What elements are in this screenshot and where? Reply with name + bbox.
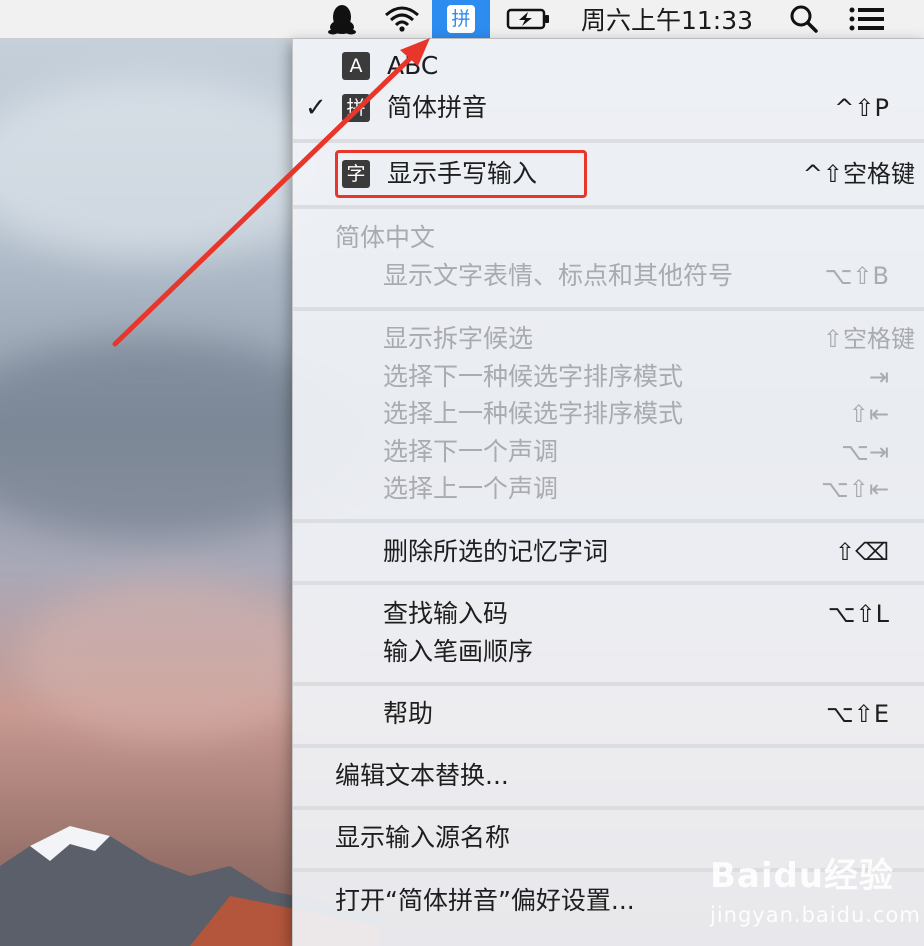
menu-item-shortcut: ⇥ bbox=[868, 363, 889, 391]
menu-item-help[interactable]: 帮助 ⌥⇧E bbox=[293, 695, 924, 733]
baidu-watermark: Baidu经验 jingyan.baidu.com bbox=[710, 848, 921, 927]
menu-item-label: 显示输入源名称 bbox=[335, 823, 511, 852]
watermark-logo-text: Baidu经验 bbox=[710, 856, 895, 896]
menu-item-shortcut: ⌥⇧E bbox=[826, 700, 889, 728]
menu-separator bbox=[293, 519, 924, 523]
menu-item-label: 打开“简体拼音”偏好设置... bbox=[335, 886, 635, 915]
menu-item-pinyin-shortcut: ^⇧P bbox=[834, 94, 889, 122]
battery-charging-icon[interactable] bbox=[504, 0, 554, 38]
menu-item-label: 帮助 bbox=[383, 699, 434, 728]
menu-item-label: 选择上一个声调 bbox=[383, 474, 559, 503]
menu-item-label: 删除所选的记忆字词 bbox=[383, 537, 609, 566]
menu-separator bbox=[293, 139, 924, 143]
menu-item-label: 选择上一种候选字排序模式 bbox=[383, 399, 684, 428]
menu-item-abc[interactable]: A ABC bbox=[293, 47, 924, 85]
menu-item-emoji-label: 显示文字表情、标点和其他符号 bbox=[383, 261, 734, 290]
menu-item-label: 输入笔画顺序 bbox=[383, 637, 534, 666]
menu-item-pinyin[interactable]: ✓ 拼 简体拼音 ^⇧P bbox=[293, 89, 924, 127]
menu-separator bbox=[293, 205, 924, 209]
menubar-clock[interactable]: 周六上午11:33 bbox=[570, 0, 764, 38]
search-icon[interactable] bbox=[784, 0, 824, 38]
menu-item-label: 编辑文本替换... bbox=[335, 761, 509, 790]
pinyin-glyph: 拼 bbox=[447, 5, 475, 33]
menu-item-emoji-shortcut: ⌥⇧B bbox=[824, 262, 889, 290]
menu-item-shortcut: ⌥⇧⇤ bbox=[821, 475, 889, 503]
qq-penguin-icon[interactable] bbox=[322, 0, 362, 38]
watermark-url: jingyan.baidu.com bbox=[710, 903, 921, 927]
menu-separator bbox=[293, 682, 924, 686]
menu-item-stroke-order[interactable]: 输入笔画顺序 bbox=[293, 633, 924, 671]
menu-item-shortcut: ⇧⇤ bbox=[848, 400, 889, 428]
menu-separator bbox=[293, 307, 924, 311]
highlight-annotation-box bbox=[335, 150, 587, 198]
menu-separator bbox=[293, 806, 924, 810]
menu-item-pinyin-label: 简体拼音 bbox=[387, 93, 488, 122]
menu-item-shortcut: ⇧空格键 bbox=[822, 325, 915, 353]
menu-item-label: 选择下一个声调 bbox=[383, 437, 559, 466]
section-header: 简体中文 bbox=[335, 223, 436, 252]
menu-separator bbox=[293, 581, 924, 585]
menu-item-next-sort-mode: 选择下一种候选字排序模式 ⇥ bbox=[293, 358, 924, 396]
menu-item-shortcut: ⇧⌫ bbox=[834, 538, 889, 566]
notification-list-icon[interactable] bbox=[844, 0, 890, 38]
menu-item-lookup-code[interactable]: 查找输入码 ⌥⇧L bbox=[293, 595, 924, 633]
menu-item-edit-text-replacement[interactable]: 编辑文本替换... bbox=[293, 757, 924, 795]
checkmark-icon: ✓ bbox=[305, 93, 327, 123]
menu-item-emoji-symbols: 显示文字表情、标点和其他符号 ⌥⇧B bbox=[293, 257, 924, 295]
menu-item-delete-memory[interactable]: 删除所选的记忆字词 ⇧⌫ bbox=[293, 533, 924, 571]
menu-separator bbox=[293, 744, 924, 748]
menu-item-label: 查找输入码 bbox=[383, 599, 509, 628]
menu-item-label: 选择下一种候选字排序模式 bbox=[383, 362, 684, 391]
wifi-icon[interactable] bbox=[380, 0, 424, 38]
menu-item-shortcut: ⌥⇧L bbox=[827, 600, 889, 628]
abc-badge-icon: A bbox=[342, 52, 370, 80]
menu-item-prev-tone: 选择上一个声调 ⌥⇧⇤ bbox=[293, 470, 924, 508]
menu-item-shortcut: ⌥⇥ bbox=[841, 438, 889, 466]
menu-item-next-tone: 选择下一个声调 ⌥⇥ bbox=[293, 433, 924, 471]
input-method-icon[interactable]: 拼 bbox=[432, 0, 490, 38]
menu-item-abc-label: ABC bbox=[387, 51, 439, 80]
menu-item-split-candidates: 显示拆字候选 ⇧空格键 bbox=[293, 320, 924, 358]
pinyin-badge-icon: 拼 bbox=[342, 94, 370, 122]
menu-item-label: 显示拆字候选 bbox=[383, 324, 534, 353]
menu-bar: 拼 周六上午11:33 bbox=[0, 0, 924, 39]
menu-item-handwriting-shortcut: ^⇧空格键 bbox=[802, 160, 915, 188]
menu-item-prev-sort-mode: 选择上一种候选字排序模式 ⇧⇤ bbox=[293, 395, 924, 433]
